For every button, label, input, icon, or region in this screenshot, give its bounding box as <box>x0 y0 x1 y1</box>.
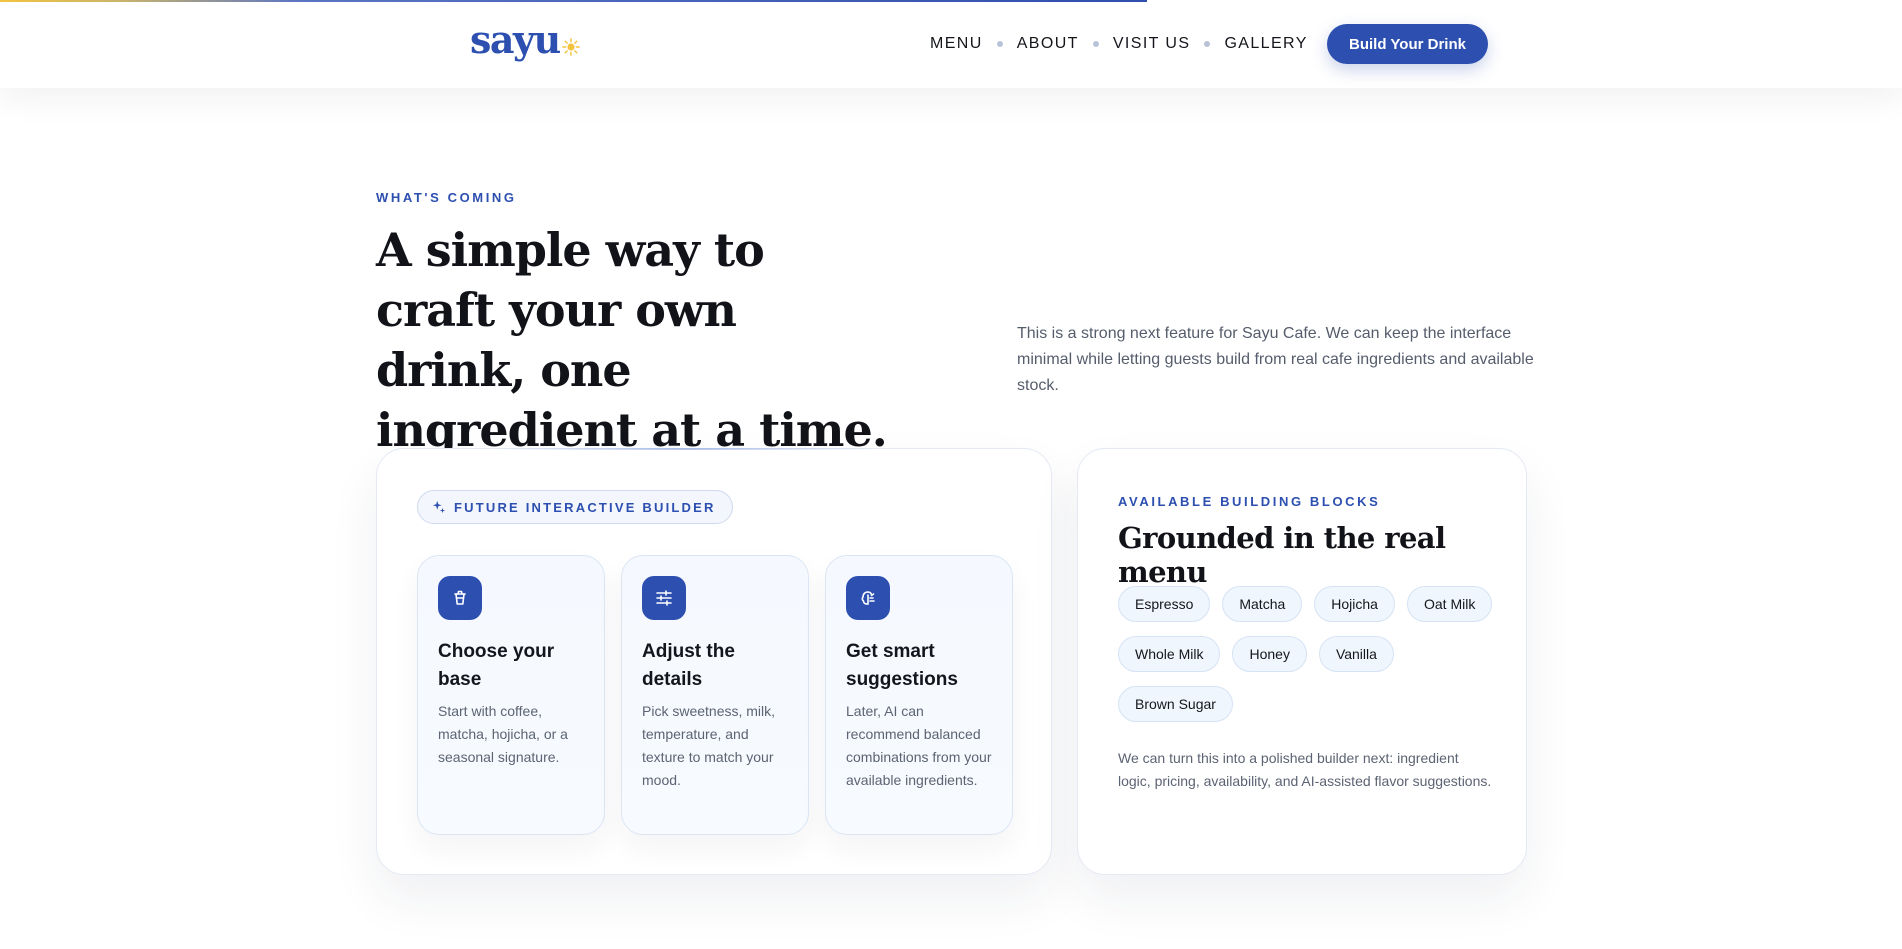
nav-visit-us[interactable]: VISIT US <box>1113 35 1191 53</box>
brain-icon <box>846 576 890 620</box>
nav-gallery[interactable]: GALLERY <box>1224 35 1307 53</box>
step-card-choose-base: Choose your base Start with coffee, matc… <box>417 555 605 835</box>
ingredient-chip-hojicha[interactable]: Hojicha <box>1314 586 1395 622</box>
ingredient-chip-espresso[interactable]: Espresso <box>1118 586 1211 622</box>
step-text: Start with coffee, matcha, hojicha, or a… <box>438 703 568 765</box>
step-card-smart-suggestions: Get smart suggestions Later, AI can reco… <box>825 555 1013 835</box>
nav-menu[interactable]: MENU <box>930 35 983 53</box>
step-text: Later, AI can recommend balanced combina… <box>846 703 992 788</box>
builder-card: FUTURE INTERACTIVE BUILDER Choose your b… <box>376 448 1052 875</box>
build-your-drink-button[interactable]: Build Your Drink <box>1327 24 1488 64</box>
ingredient-chip-list: Espresso Matcha Hojicha Oat Milk Whole M… <box>1118 586 1498 722</box>
ingredient-chip-vanilla[interactable]: Vanilla <box>1318 636 1394 672</box>
section-headline: A simple way to craft your own drink, on… <box>376 223 888 457</box>
nav-separator <box>1204 41 1211 47</box>
main-nav: MENU ABOUT VISIT US GALLERY <box>930 28 1308 60</box>
step-text: Pick sweetness, milk, temperature, and t… <box>642 703 776 788</box>
step-title: Choose your base <box>438 641 555 690</box>
building-blocks-card: AVAILABLE BUILDING BLOCKS Grounded in th… <box>1077 448 1527 875</box>
sun-icon <box>561 38 580 56</box>
step-title: Get smart suggestions <box>846 641 958 690</box>
blocks-note: We can turn this into a polished builder… <box>1118 750 1492 789</box>
step-card-adjust-details: Adjust the details Pick sweetness, milk,… <box>621 555 809 835</box>
builder-badge: FUTURE INTERACTIVE BUILDER <box>417 490 733 524</box>
builder-badge-label: FUTURE INTERACTIVE BUILDER <box>454 499 716 515</box>
logo-text: sayu <box>470 17 561 62</box>
blocks-title: Grounded in the real menu <box>1118 521 1446 589</box>
sparkles-icon <box>432 500 446 514</box>
nav-separator <box>1092 41 1099 47</box>
ingredient-chip-whole-milk[interactable]: Whole Milk <box>1118 636 1221 672</box>
ingredient-chip-brown-sugar[interactable]: Brown Sugar <box>1118 686 1233 722</box>
section-eyebrow: WHAT'S COMING <box>376 190 517 205</box>
blocks-eyebrow: AVAILABLE BUILDING BLOCKS <box>1118 494 1381 509</box>
scroll-progress-bar <box>0 0 1147 2</box>
section-description: This is a strong next feature for Sayu C… <box>1017 325 1534 394</box>
step-title: Adjust the details <box>642 641 735 690</box>
nav-separator <box>996 41 1003 47</box>
cup-icon <box>438 576 482 620</box>
ingredient-chip-honey[interactable]: Honey <box>1232 636 1307 672</box>
nav-about[interactable]: ABOUT <box>1017 35 1079 53</box>
ingredient-chip-oat-milk[interactable]: Oat Milk <box>1406 586 1493 622</box>
ingredient-chip-matcha[interactable]: Matcha <box>1222 586 1303 622</box>
sliders-icon <box>642 576 686 620</box>
logo[interactable]: sayu <box>470 18 580 62</box>
site-header: sayu MENU ABOUT VISIT US GALLERY Build Y… <box>0 0 1902 88</box>
